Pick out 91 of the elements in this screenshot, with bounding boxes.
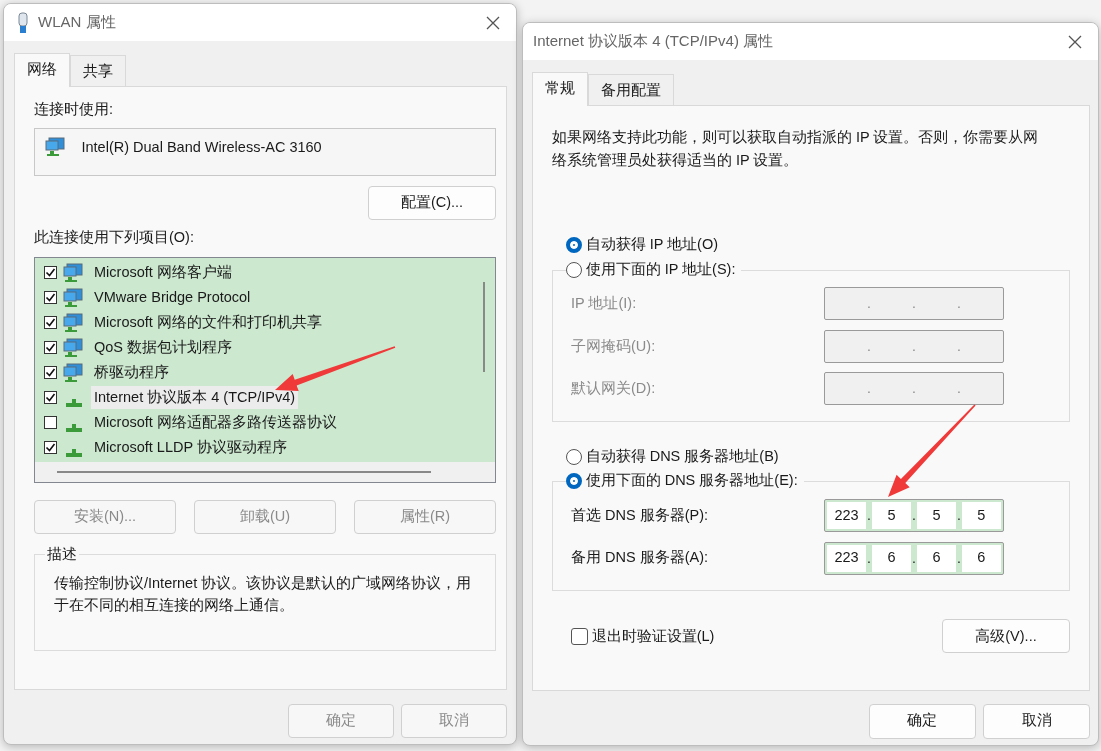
octet-separator: . bbox=[911, 379, 917, 399]
tab[interactable]: 备用配置 bbox=[588, 74, 674, 105]
checkbox-label[interactable]: 退出时验证设置(L) bbox=[591, 625, 715, 648]
octet-separator: . bbox=[956, 336, 962, 356]
checkbox[interactable] bbox=[44, 391, 57, 404]
radio-button[interactable] bbox=[566, 473, 582, 490]
list-item[interactable]: 桥驱动程序 bbox=[91, 360, 172, 385]
check-icon bbox=[45, 267, 56, 278]
radio-button[interactable] bbox=[566, 448, 582, 465]
check-icon bbox=[45, 342, 56, 353]
network-computer-icon bbox=[63, 262, 85, 283]
network-computer-icon bbox=[63, 287, 85, 308]
octet-separator: . bbox=[956, 506, 962, 526]
vertical-scrollbar[interactable] bbox=[483, 282, 485, 372]
checkbox[interactable] bbox=[44, 416, 57, 429]
checkbox[interactable] bbox=[571, 627, 588, 645]
list-item[interactable]: Microsoft 网络客户端 bbox=[91, 260, 235, 285]
octet-value: 6 bbox=[871, 544, 912, 572]
field-label: 首选 DNS 服务器(P): bbox=[571, 505, 709, 525]
octet-separator: . bbox=[866, 548, 872, 568]
octet-value: 6 bbox=[916, 544, 956, 572]
list-item[interactable]: Microsoft 网络适配器多路传送器协议 bbox=[91, 410, 340, 435]
checkbox[interactable] bbox=[44, 341, 57, 354]
check-icon bbox=[45, 292, 56, 303]
checkbox[interactable] bbox=[44, 441, 57, 454]
octet-separator: . bbox=[866, 294, 872, 314]
octet-value: 223 bbox=[827, 544, 867, 572]
field-label: IP 地址(I): bbox=[571, 294, 637, 313]
octet-value: 223 bbox=[827, 502, 867, 530]
ip-address-field[interactable]: 223 . 6 . 6 . 6 bbox=[824, 541, 1004, 575]
checkbox[interactable] bbox=[44, 316, 57, 329]
octet-separator: . bbox=[911, 548, 917, 568]
network-protocol-icon bbox=[66, 423, 82, 432]
tab[interactable]: 网络 bbox=[14, 53, 70, 87]
octet-value: 5 bbox=[961, 502, 1001, 530]
field-label: 备用 DNS 服务器(A): bbox=[571, 548, 709, 568]
octet-value: 6 bbox=[961, 544, 1001, 572]
window-title: Internet 协议版本 4 (TCP/IPv4) 属性 bbox=[533, 31, 775, 52]
network-computer-icon bbox=[63, 362, 85, 383]
section-label: 此连接使用下列项目(O): bbox=[34, 228, 195, 248]
octet-separator: . bbox=[911, 506, 917, 526]
list-item[interactable]: QoS 数据包计划程序 bbox=[91, 335, 236, 360]
horizontal-scrollbar[interactable] bbox=[35, 462, 495, 482]
octet-separator: . bbox=[866, 506, 872, 526]
radio-button[interactable] bbox=[566, 261, 582, 278]
network-computer-icon bbox=[63, 312, 85, 333]
list-item[interactable]: VMware Bridge Protocol bbox=[91, 285, 254, 310]
check-icon bbox=[45, 317, 56, 328]
close-icon bbox=[485, 14, 501, 31]
octet-value: 5 bbox=[916, 502, 956, 530]
check-icon bbox=[45, 442, 56, 453]
network-adapter-icon bbox=[45, 137, 67, 158]
octet-separator: . bbox=[866, 379, 872, 399]
adapter-icon bbox=[16, 11, 30, 34]
check-icon bbox=[45, 367, 56, 378]
field-label: 子网掩码(U): bbox=[571, 336, 656, 356]
checkbox[interactable] bbox=[44, 266, 57, 279]
octet-value: 5 bbox=[871, 502, 912, 530]
radio-label[interactable]: 自动获得 DNS 服务器地址(B) bbox=[585, 445, 779, 468]
octet-separator: . bbox=[956, 548, 962, 568]
octet-separator: . bbox=[956, 379, 962, 399]
radio-label[interactable]: 自动获得 IP 地址(O) bbox=[585, 233, 719, 256]
list-item[interactable]: Microsoft 网络的文件和打印机共享 bbox=[91, 310, 325, 335]
configure-button[interactable]: 配置(C)... bbox=[368, 186, 496, 221]
adapter-name: Intel(R) Dual Band Wireless-AC 3160 bbox=[81, 138, 322, 158]
checkbox[interactable] bbox=[44, 366, 57, 379]
list-item[interactable]: Microsoft LLDP 协议驱动程序 bbox=[91, 435, 290, 460]
checkbox[interactable] bbox=[44, 291, 57, 304]
ip-address-field[interactable]: 223 . 5 . 5 . 5 bbox=[824, 499, 1004, 533]
tab[interactable]: 常规 bbox=[532, 72, 588, 106]
check-icon bbox=[45, 392, 56, 403]
network-computer-icon bbox=[63, 337, 85, 358]
radio-button[interactable] bbox=[566, 236, 582, 253]
description-text: 传输控制协议/Internet 协议。该协议是默认的广域网络协议，用于在不同的相互连接的网络上通信。 bbox=[54, 574, 473, 615]
tab[interactable]: 共享 bbox=[70, 55, 126, 86]
octet-separator: . bbox=[911, 336, 917, 356]
field-label: 默认网关(D): bbox=[571, 379, 656, 398]
section-label: 连接时使用: bbox=[34, 99, 115, 119]
close-icon bbox=[1067, 33, 1083, 50]
intro-text: 如果网络支持此功能，则可以获取自动指派的 IP 设置。否则，你需要从网络系统管理员处获得适当的 IP 设置。 bbox=[552, 127, 1040, 170]
network-protocol-icon bbox=[66, 398, 82, 407]
network-protocol-icon bbox=[66, 448, 82, 457]
advanced-button[interactable]: 高级(V)... bbox=[942, 619, 1070, 654]
octet-separator: . bbox=[956, 294, 962, 314]
octet-separator: . bbox=[866, 336, 872, 356]
window-title: WLAN 属性 bbox=[38, 12, 117, 33]
dialog-button[interactable]: 取消 bbox=[983, 703, 1090, 739]
dialog-button[interactable]: 确定 bbox=[868, 703, 976, 739]
component-list[interactable]: Microsoft 网络客户端 VMware Bridge Protocol Microsoft 网络的文件和打印机共享 QoS 数据包计划程序 桥驱动程序 Internet 协议版本 4 (TCP/IPv4) Microsoft 网络适配器多路传送器协议 Microsoft LLDP 协议驱动程序 bbox=[34, 257, 496, 483]
list-item[interactable]: Internet 协议版本 4 (TCP/IPv4) bbox=[91, 385, 299, 410]
octet-separator: . bbox=[911, 294, 917, 314]
